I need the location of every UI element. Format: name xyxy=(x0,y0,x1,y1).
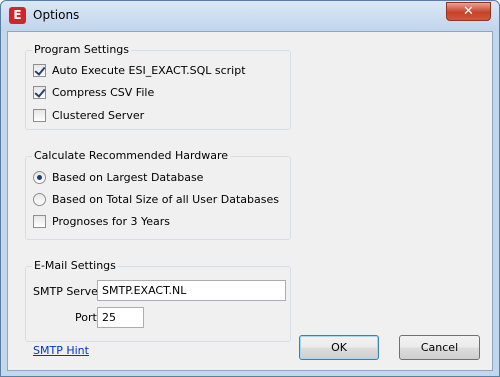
close-button[interactable]: ✕ xyxy=(446,2,491,21)
total-size-label: Based on Total Size of all User Database… xyxy=(52,193,279,206)
window-title: Options xyxy=(33,8,80,22)
email-settings-label: E-Mail Settings xyxy=(32,259,118,272)
app-icon: E xyxy=(9,7,26,24)
clustered-server-checkbox[interactable]: Clustered Server xyxy=(33,109,144,122)
auto-execute-check-box[interactable] xyxy=(33,64,46,77)
total-size-radio-button[interactable] xyxy=(33,193,46,206)
largest-database-radio[interactable]: Based on Largest Database xyxy=(33,171,203,184)
compress-csv-checkbox[interactable]: Compress CSV File xyxy=(33,86,154,99)
compress-csv-label: Compress CSV File xyxy=(52,86,155,99)
auto-execute-checkbox[interactable]: Auto Execute ESI_EXACT.SQL script xyxy=(33,64,246,77)
port-input[interactable]: 25 xyxy=(97,307,144,328)
prognoses-checkbox[interactable]: Prognoses for 3 Years xyxy=(33,215,170,228)
prognoses-label: Prognoses for 3 Years xyxy=(52,215,170,228)
options-dialog: E Options ✕ Program Settings Auto Execut… xyxy=(0,0,500,377)
auto-execute-label: Auto Execute ESI_EXACT.SQL script xyxy=(52,64,246,77)
smtp-server-label: SMTP Server xyxy=(33,285,103,298)
ok-button[interactable]: OK xyxy=(299,335,379,360)
dialog-body: Program Settings Auto Execute ESI_EXACT.… xyxy=(7,31,493,371)
clustered-server-label: Clustered Server xyxy=(52,109,145,122)
smtp-hint-link[interactable]: SMTP Hint xyxy=(33,344,89,357)
hardware-label: Calculate Recommended Hardware xyxy=(32,149,231,162)
clustered-server-check-box[interactable] xyxy=(33,109,46,122)
smtp-server-input[interactable]: SMTP.EXACT.NL xyxy=(97,280,286,301)
compress-csv-check-box[interactable] xyxy=(33,86,46,99)
title-bar[interactable]: E Options ✕ xyxy=(1,1,499,31)
email-settings-group: E-Mail Settings xyxy=(25,259,291,342)
total-size-radio[interactable]: Based on Total Size of all User Database… xyxy=(33,193,279,206)
largest-database-label: Based on Largest Database xyxy=(52,171,204,184)
largest-database-radio-button[interactable] xyxy=(33,171,46,184)
program-settings-label: Program Settings xyxy=(32,43,132,56)
cancel-button[interactable]: Cancel xyxy=(399,335,480,360)
prognoses-check-box[interactable] xyxy=(33,215,46,228)
port-label: Port xyxy=(75,311,97,324)
close-icon: ✕ xyxy=(463,4,474,19)
